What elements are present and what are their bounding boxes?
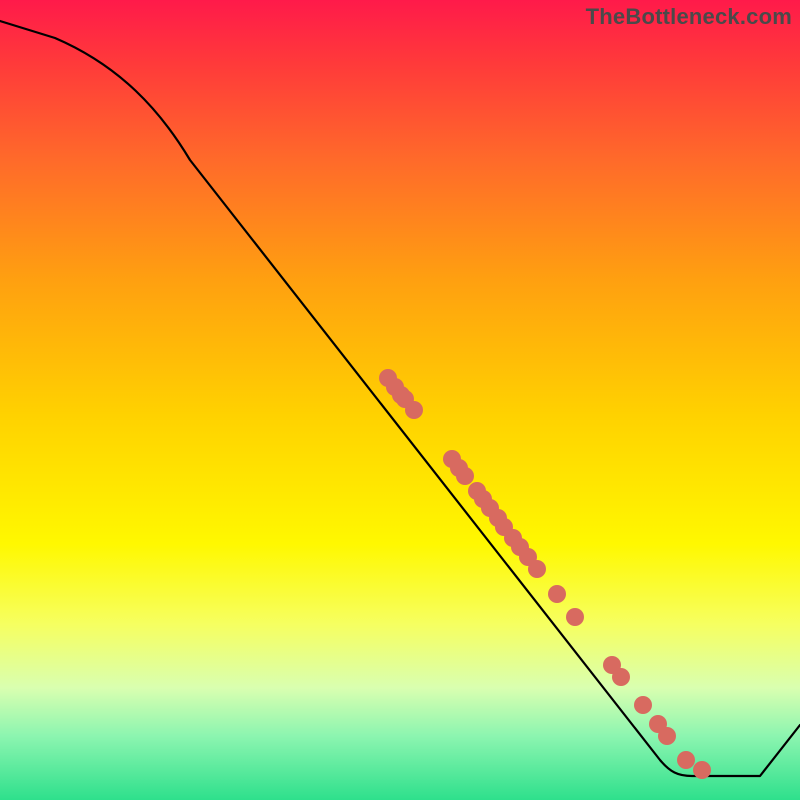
data-point [511,538,529,556]
data-point [519,548,537,566]
data-point [677,751,695,769]
chart-svg [0,0,800,800]
curve-path [0,21,800,776]
data-point [548,585,566,603]
data-point [504,529,522,547]
data-point [658,727,676,745]
data-points [379,369,711,779]
data-point [386,378,404,396]
data-point [612,668,630,686]
data-point [396,390,414,408]
data-point [443,450,461,468]
data-point [649,715,667,733]
data-point [379,369,397,387]
data-point [481,499,499,517]
data-point [603,656,621,674]
watermark-text: TheBottleneck.com [586,4,792,30]
data-point [468,482,486,500]
data-point [474,490,492,508]
data-point [450,459,468,477]
data-point [693,761,711,779]
data-point [528,560,546,578]
data-point [392,386,410,404]
data-point [405,401,423,419]
data-point [634,696,652,714]
data-point [566,608,584,626]
data-point [456,467,474,485]
chart-area: TheBottleneck.com [0,0,800,800]
data-point [489,509,507,527]
data-point [495,518,513,536]
